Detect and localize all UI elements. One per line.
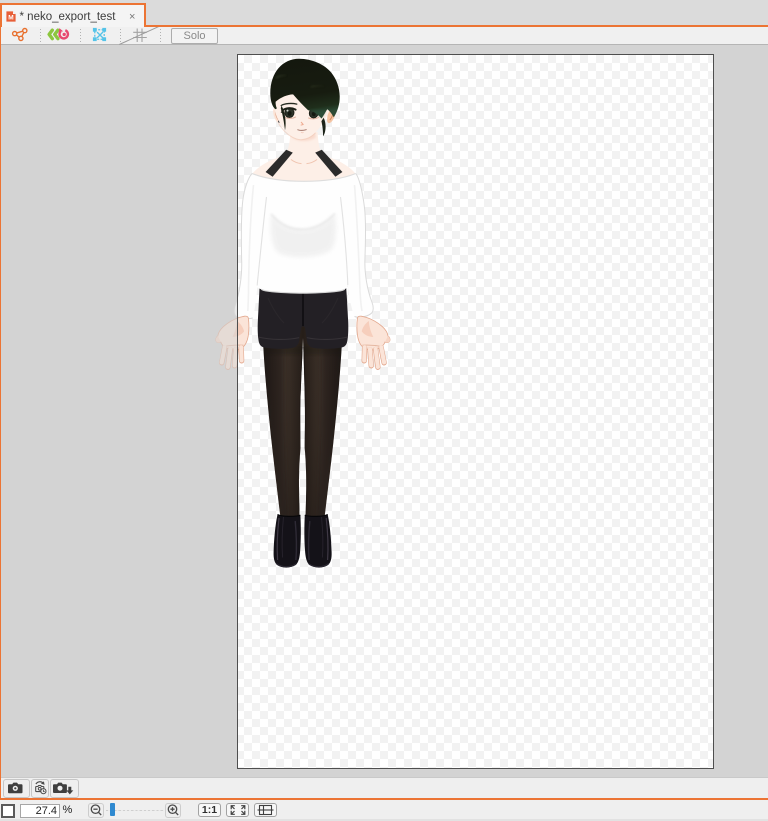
svg-text:M: M — [8, 14, 13, 21]
